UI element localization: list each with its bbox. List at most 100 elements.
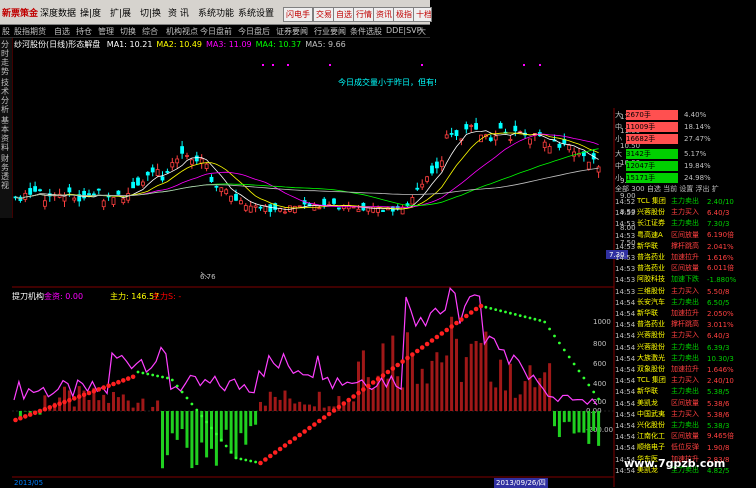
- trade-row[interactable]: 14:54普洛药业撑杆跳高3.011%: [615, 319, 756, 330]
- trade-row[interactable]: 14:54顺络电子低位反弹1.90/8: [615, 442, 756, 453]
- candle-body: [220, 188, 223, 192]
- indicator-tick-label: 1000: [593, 318, 611, 326]
- indicator-bar: [553, 411, 556, 426]
- indicator-dot: [273, 450, 278, 455]
- panel-tab-current[interactable]: 当前: [663, 185, 677, 193]
- trade-row[interactable]: 14:54TCL 集团主力买入2.40/10: [615, 375, 756, 386]
- candle-body: [239, 201, 242, 204]
- trade-row[interactable]: 14:54中国武夷主力买入5.38/6: [615, 409, 756, 420]
- indicator-dot: [366, 384, 371, 389]
- candle-body: [190, 160, 193, 164]
- trade-row[interactable]: 14:52TCL 集团主力卖出2.40/10: [615, 196, 756, 207]
- indicator-dot: [568, 356, 571, 359]
- trade-time: 14:54: [615, 355, 637, 363]
- candle-body: [244, 206, 247, 211]
- trade-row[interactable]: 14:53三维股份主力买入5.50/8: [615, 286, 756, 297]
- order-book-row: 大3142手5.17%: [615, 149, 756, 160]
- indicator-dot: [538, 319, 541, 322]
- trade-row[interactable]: 14:53粤高速A区间放量6.190倍: [615, 230, 756, 241]
- indicator-bar: [259, 402, 262, 411]
- candle-body: [367, 208, 370, 211]
- trade-row[interactable]: 14:54双象股份加速拉升1.646%: [615, 364, 756, 375]
- candle-body: [416, 188, 419, 189]
- trade-value: 1.616%: [707, 254, 747, 262]
- trade-row[interactable]: 14:54江南化工区间放量9.465倍: [615, 431, 756, 442]
- indicator-bar: [117, 397, 120, 411]
- trade-stock: 兴蓉股份: [637, 207, 671, 217]
- candle-body: [132, 182, 135, 188]
- order-book-volume: 15171手: [626, 173, 678, 183]
- indicator-bar: [264, 406, 267, 411]
- indicator-bar: [440, 362, 443, 411]
- order-book-side: 中: [615, 162, 622, 170]
- trade-stock: 普洛药业: [637, 252, 671, 262]
- candle-body: [122, 199, 125, 203]
- panel-tab-all[interactable]: 全部: [615, 185, 629, 193]
- indicator-bar: [465, 357, 468, 411]
- indicator-dot: [494, 308, 497, 311]
- indicator-dot: [317, 419, 322, 424]
- trade-stock: 双象股份: [637, 364, 671, 374]
- candle-body: [514, 126, 517, 131]
- panel-tab-extend[interactable]: 扩: [712, 185, 719, 193]
- trade-row[interactable]: 14:53新华联撑杆跳高2.041%: [615, 241, 756, 252]
- trade-row[interactable]: 14:54美凯龙区间放量5.38/6: [615, 398, 756, 409]
- signal-marker: [262, 64, 264, 66]
- trade-type: 主力卖出: [671, 196, 707, 206]
- indicator-bar: [494, 387, 497, 411]
- indicator-dot: [312, 422, 317, 427]
- indicator-dot: [332, 408, 337, 413]
- indicator-dot: [235, 457, 238, 460]
- candle-body: [435, 162, 438, 168]
- indicator-dot: [200, 415, 203, 418]
- trade-row[interactable]: 14:53普洛药业加速拉升1.616%: [615, 252, 756, 263]
- indicator-bar: [401, 387, 404, 411]
- trade-type: 主力卖出: [671, 386, 707, 396]
- trade-row[interactable]: 14:54新华联主力卖出5.38/5: [615, 386, 756, 397]
- candle-body: [269, 205, 272, 212]
- indicator-bar: [573, 411, 576, 433]
- panel-tab-float[interactable]: 浮出: [696, 185, 710, 193]
- trade-row[interactable]: 14:54兴化股份主力卖出5.38/3: [615, 420, 756, 431]
- trade-row[interactable]: 14:53兴蓉股份主力买入6.40/3: [615, 207, 756, 218]
- candle-body: [426, 177, 429, 182]
- candle-body: [465, 124, 468, 128]
- candle-body: [186, 155, 189, 156]
- trade-value: 6.39/3: [707, 344, 747, 352]
- trade-row[interactable]: 14:53普洛药业区间放量6.011倍: [615, 263, 756, 274]
- indicator-dot: [346, 398, 351, 403]
- indicator-bar: [357, 362, 360, 411]
- trade-value: 6.40/3: [707, 209, 747, 217]
- indicator-tick-label: 600: [593, 360, 606, 368]
- indicator-dot: [101, 385, 106, 390]
- trade-row[interactable]: 14:54新华联加速拉升2.050%: [615, 308, 756, 319]
- right-panel: 大2670手4.40%中11009手18.14%小16682手27.47%大31…: [615, 108, 756, 488]
- panel-tab-watchlist[interactable]: 自选: [647, 185, 661, 193]
- panel-tab-300[interactable]: 300: [631, 185, 644, 193]
- indicator-bar: [475, 341, 478, 411]
- trade-row[interactable]: 14:54长安汽车主力卖出6.50/5: [615, 297, 756, 308]
- candle-body: [73, 198, 76, 200]
- trade-row[interactable]: 14:54兴蓉股份主力买入6.40/3: [615, 330, 756, 341]
- indicator-bar: [445, 355, 448, 411]
- candle-body: [284, 212, 287, 213]
- indicator-bar: [406, 332, 409, 411]
- indicator-bar: [190, 411, 193, 468]
- indicator-dot: [449, 324, 454, 329]
- indicator-bar: [533, 387, 536, 411]
- indicator-dot: [524, 315, 527, 318]
- trade-type: 区间放量: [671, 431, 707, 441]
- indicator-dot: [489, 307, 492, 310]
- panel-tab-settings[interactable]: 设置: [679, 185, 693, 193]
- trade-row[interactable]: 14:54大族激光主力卖出10.30/3: [615, 353, 756, 364]
- trade-type: 加速拉升: [671, 308, 707, 318]
- indicator-bar: [112, 392, 115, 411]
- trade-row[interactable]: 14:53阿胶科技加速下跌-1.880%: [615, 274, 756, 285]
- indicator-bar: [308, 405, 311, 411]
- order-book-side: 小: [615, 135, 622, 143]
- trade-row[interactable]: 14:53长江证券主力卖出7.30/3: [615, 218, 756, 229]
- indicator-dot: [142, 372, 145, 375]
- candle-body: [529, 139, 532, 144]
- indicator-bar: [313, 406, 316, 411]
- trade-row[interactable]: 14:54兴蓉股份主力卖出6.39/3: [615, 342, 756, 353]
